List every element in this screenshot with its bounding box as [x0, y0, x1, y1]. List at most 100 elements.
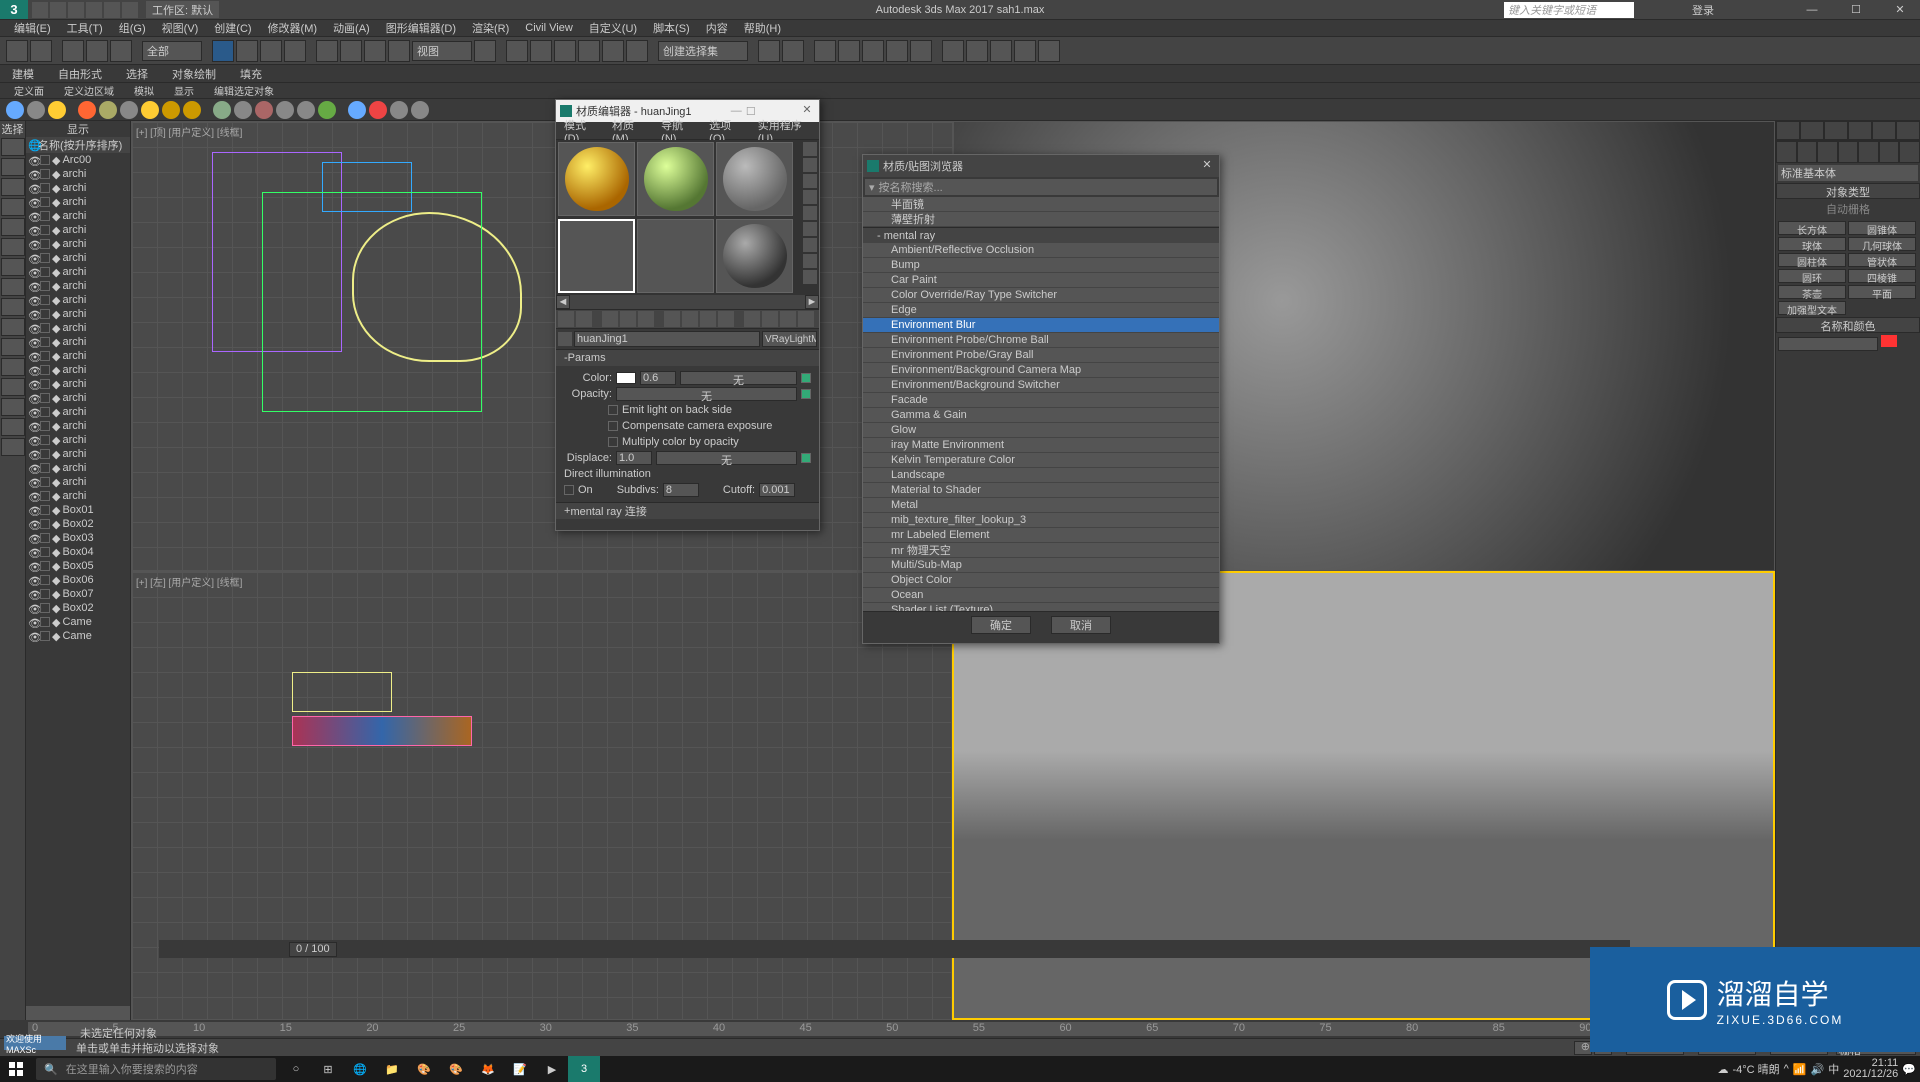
multiply-checkbox[interactable] [608, 437, 618, 447]
menu-animation[interactable]: 动画(A) [325, 20, 378, 36]
minimize-button[interactable]: — [1792, 0, 1832, 19]
browser-item[interactable]: 半面镜 [863, 197, 1219, 212]
cameras-icon[interactable] [1838, 141, 1859, 163]
scene-item[interactable]: 👁◆Box03 [26, 531, 130, 545]
scene-item[interactable]: 👁◆Arc00 [26, 153, 130, 167]
displace-map-checkbox[interactable] [801, 453, 811, 463]
fx2-icon[interactable] [255, 101, 273, 119]
scene-explorer-header[interactable]: 🌐 名称(按升序排序) [26, 137, 130, 153]
scene-explorer-list[interactable]: 👁◆Arc00👁◆archi👁◆archi👁◆archi👁◆archi👁◆arc… [26, 153, 130, 1006]
app1-icon[interactable]: ▶ [536, 1056, 568, 1082]
select-rect-icon[interactable] [260, 40, 282, 62]
start-button[interactable] [0, 1056, 32, 1082]
browser-group-header[interactable]: - mental ray [863, 227, 1219, 243]
browser-item[interactable]: Environment Probe/Chrome Ball [863, 333, 1219, 348]
color-swatch[interactable] [616, 372, 636, 384]
browser-item[interactable]: Material to Shader [863, 483, 1219, 498]
scene-item[interactable]: 👁◆Box05 [26, 559, 130, 573]
cancel-button[interactable]: 取消 [1051, 616, 1111, 634]
lt-icon[interactable] [1, 278, 25, 296]
on-checkbox[interactable] [564, 485, 574, 495]
menu-customize[interactable]: 自定义(U) [581, 20, 645, 36]
exchange-icon[interactable] [1748, 3, 1762, 17]
show-end-icon[interactable] [744, 311, 760, 327]
put-to-scene-icon[interactable] [576, 311, 592, 327]
lt-icon[interactable] [1, 358, 25, 376]
get-material-icon[interactable] [558, 311, 574, 327]
scene-item[interactable]: 👁◆archi [26, 335, 130, 349]
create-tab-icon[interactable] [1776, 121, 1800, 140]
browser-item[interactable]: Environment/Background Camera Map [863, 363, 1219, 378]
sample-hscroll[interactable]: ◄ ► [556, 295, 819, 309]
shapes-icon[interactable] [1797, 141, 1818, 163]
scene-item[interactable]: 👁◆archi [26, 405, 130, 419]
paint-icon[interactable]: 🎨 [408, 1056, 440, 1082]
weather-text[interactable]: -4°C 晴朗 [1732, 1061, 1779, 1077]
matid-channel-icon[interactable] [700, 311, 716, 327]
show-map-icon[interactable] [718, 311, 734, 327]
browser-item[interactable]: Car Paint [863, 273, 1219, 288]
scene-item[interactable]: 👁◆archi [26, 419, 130, 433]
utilities-tab-icon[interactable] [1896, 121, 1920, 140]
lt-icon[interactable] [1, 438, 25, 456]
sample-slot-2[interactable] [637, 142, 714, 216]
edge-icon[interactable]: 🌐 [344, 1056, 376, 1082]
browser-item[interactable]: Landscape [863, 468, 1219, 483]
particle-icon[interactable] [213, 101, 231, 119]
percent-snap-icon[interactable] [602, 40, 624, 62]
make-unique-icon[interactable] [664, 311, 680, 327]
scene-item[interactable]: 👁◆Box06 [26, 573, 130, 587]
render-prod-icon[interactable] [1014, 40, 1036, 62]
globe-icon[interactable] [6, 101, 24, 119]
render-frame-icon[interactable] [966, 40, 988, 62]
fx1-icon[interactable] [234, 101, 252, 119]
lt-icon[interactable] [1, 398, 25, 416]
menu-tools[interactable]: 工具(T) [59, 20, 111, 36]
orb4-icon[interactable] [411, 101, 429, 119]
lt-icon[interactable] [1, 218, 25, 236]
selection-filter-combo[interactable]: 全部 [142, 41, 202, 61]
menu-script[interactable]: 脚本(S) [645, 20, 698, 36]
ribbon-tab-selection[interactable]: 选择 [114, 66, 160, 82]
sphere4-icon[interactable] [183, 101, 201, 119]
workspace-selector[interactable]: 工作区: 默认 [146, 1, 219, 18]
plant-icon[interactable] [318, 101, 336, 119]
qat-undo-icon[interactable] [86, 2, 102, 18]
align-icon[interactable] [782, 40, 804, 62]
snap3-icon[interactable] [554, 40, 576, 62]
scene-item[interactable]: 👁◆archi [26, 349, 130, 363]
sun-icon[interactable] [48, 101, 66, 119]
hierarchy-tab-icon[interactable] [1824, 121, 1848, 140]
lt-icon[interactable] [1, 258, 25, 276]
sample-type-icon[interactable] [803, 142, 817, 156]
browser-item[interactable]: Color Override/Ray Type Switcher [863, 288, 1219, 303]
copy-icon[interactable] [638, 311, 654, 327]
systems-icon[interactable] [1899, 141, 1920, 163]
scene-item[interactable]: 👁◆archi [26, 237, 130, 251]
sample-slot-3[interactable] [716, 142, 793, 216]
browser-item[interactable]: mib_texture_filter_lookup_3 [863, 513, 1219, 528]
fx4-icon[interactable] [297, 101, 315, 119]
display-tab-icon[interactable] [1872, 121, 1896, 140]
star-icon[interactable] [1656, 3, 1670, 17]
bind-icon[interactable] [110, 40, 132, 62]
motion-tab-icon[interactable] [1848, 121, 1872, 140]
geometry-icon[interactable] [1776, 141, 1797, 163]
object-type-rollout[interactable]: 对象类型 [1776, 183, 1920, 199]
sun2-icon[interactable] [141, 101, 159, 119]
ref-coord-combo[interactable]: 视图 [412, 41, 472, 61]
placement-icon[interactable] [388, 40, 410, 62]
helpers-icon[interactable] [1858, 141, 1879, 163]
browser-item[interactable]: Multi/Sub-Map [863, 558, 1219, 573]
redo-icon[interactable] [30, 40, 52, 62]
object-color-swatch[interactable] [1881, 335, 1897, 347]
viewport-top[interactable]: [+] [顶] [用户定义] [线框] [131, 121, 953, 571]
unlink-icon[interactable] [86, 40, 108, 62]
menu-edit[interactable]: 编辑(E) [6, 20, 59, 36]
lt-icon[interactable] [1, 158, 25, 176]
primitive-button[interactable]: 管状体 [1848, 253, 1916, 267]
pick-icon[interactable] [558, 332, 572, 346]
close-icon[interactable]: ✕ [1199, 158, 1215, 174]
render-setup-icon[interactable] [942, 40, 964, 62]
fx3-icon[interactable] [276, 101, 294, 119]
